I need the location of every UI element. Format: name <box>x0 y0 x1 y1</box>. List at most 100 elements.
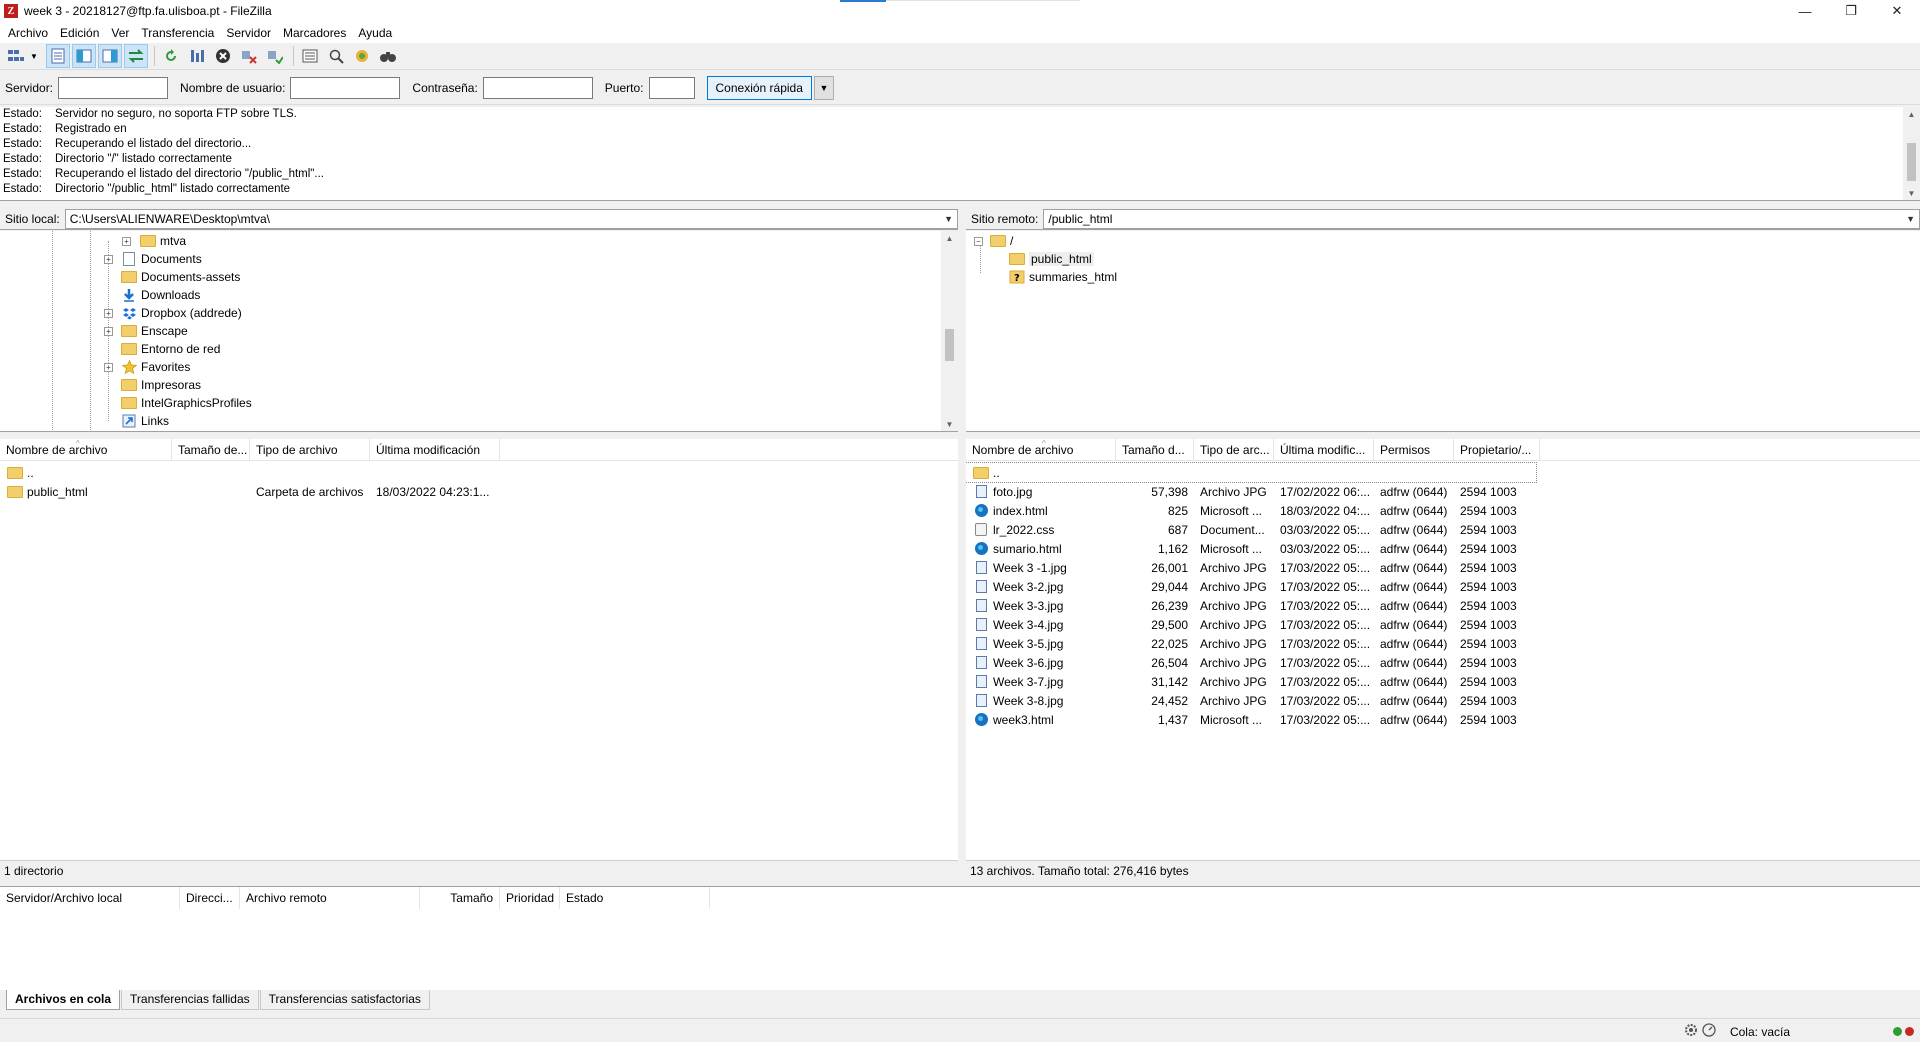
table-row[interactable]: Week 3-3.jpg 26,239 Archivo JPG 17/03/2022 … <box>966 596 1920 615</box>
tab-failed-transfers[interactable]: Transferencias fallidas <box>121 990 259 1010</box>
tab-successful-transfers[interactable]: Transferencias satisfactorias <box>259 990 430 1010</box>
table-row[interactable]: Week 3 -1.jpg 26,001 Archivo JPG 17/03/2022… <box>966 558 1920 577</box>
server-input[interactable] <box>58 76 169 99</box>
expand-icon[interactable]: + <box>104 363 113 372</box>
local-path-input[interactable]: C:\Users\ALIENWARE\Desktop\mtva\ ▼ <box>64 208 958 229</box>
tree-item-documents[interactable]: + Documents <box>0 250 940 268</box>
directory-filter-icon[interactable] <box>298 44 322 68</box>
column-header-direction[interactable]: Direcci... <box>180 887 240 909</box>
site-manager-dropdown-icon[interactable]: ▼ <box>30 52 40 61</box>
menu-transferencia[interactable]: Transferencia <box>135 26 220 40</box>
tree-item-links[interactable]: Links <box>0 412 940 430</box>
quickconnect-button[interactable]: Conexión rápida <box>706 75 812 100</box>
scrollbar-thumb[interactable] <box>1907 143 1916 181</box>
toggle-message-log-icon[interactable] <box>46 44 70 68</box>
tree-item-summaries-html[interactable]: ? summaries_html <box>966 268 1906 286</box>
tree-item-mtva[interactable]: + mtva <box>0 232 940 250</box>
column-header-modified[interactable]: Última modific... <box>1274 439 1374 461</box>
cancel-operation-icon[interactable] <box>211 44 235 68</box>
toggle-remote-tree-icon[interactable] <box>98 44 122 68</box>
scroll-down-icon[interactable]: ▼ <box>1903 186 1920 200</box>
binoculars-icon[interactable] <box>376 44 400 68</box>
menu-ayuda[interactable]: Ayuda <box>352 26 398 40</box>
scroll-up-icon[interactable]: ▲ <box>941 231 958 245</box>
speed-limit-icon[interactable] <box>1702 1023 1716 1040</box>
chevron-down-icon[interactable]: ▼ <box>1906 214 1915 224</box>
tree-item-entorno-de-red[interactable]: Entorno de red <box>0 340 940 358</box>
column-header-type[interactable]: Tipo de arc... <box>1194 439 1274 461</box>
transfer-queue[interactable]: Servidor/Archivo local Direcci... Archiv… <box>0 886 1920 990</box>
process-queue-icon[interactable] <box>185 44 209 68</box>
expand-icon[interactable]: + <box>104 327 113 336</box>
table-row[interactable]: .. <box>0 463 958 482</box>
minimize-button[interactable]: — <box>1782 0 1828 22</box>
table-row[interactable]: Week 3-5.jpg 22,025 Archivo JPG 17/03/2022 … <box>966 634 1920 653</box>
menu-ver[interactable]: Ver <box>105 26 135 40</box>
scrollbar-thumb[interactable] <box>945 329 954 361</box>
expand-icon[interactable]: + <box>122 237 131 246</box>
table-row[interactable]: week3.html 1,437 Microsoft ... 17/03/2022 0… <box>966 710 1920 729</box>
chevron-down-icon[interactable]: ▼ <box>944 214 953 224</box>
menu-servidor[interactable]: Servidor <box>220 26 277 40</box>
tree-item-documents-assets[interactable]: Documents-assets <box>0 268 940 286</box>
table-row[interactable]: .. <box>966 462 1537 483</box>
tree-item-impresoras[interactable]: Impresoras <box>0 376 940 394</box>
column-header-size[interactable]: Tamaño de... <box>172 439 250 461</box>
menu-archivo[interactable]: Archivo <box>2 26 54 40</box>
column-header-permissions[interactable]: Permisos <box>1374 439 1454 461</box>
gear-icon[interactable] <box>1684 1023 1698 1040</box>
message-log[interactable]: Estado: Servidor no seguro, no soporta FT… <box>0 107 1920 201</box>
username-input[interactable] <box>290 76 401 99</box>
scroll-down-icon[interactable]: ▼ <box>941 417 958 431</box>
table-row[interactable]: Week 3-6.jpg 26,504 Archivo JPG 17/03/2022 … <box>966 653 1920 672</box>
table-row[interactable]: public_html Carpeta de archivos 18/03/20… <box>0 482 958 501</box>
maximize-button[interactable]: ❐ <box>1828 0 1874 22</box>
scroll-up-icon[interactable]: ▲ <box>1903 107 1920 121</box>
password-input[interactable] <box>482 76 593 99</box>
tree-item-root[interactable]: − / <box>966 232 1906 250</box>
table-row[interactable]: Week 3-2.jpg 29,044 Archivo JPG 17/03/2022 … <box>966 577 1920 596</box>
tree-item-favorites[interactable]: + Favorites <box>0 358 940 376</box>
menu-marcadores[interactable]: Marcadores <box>277 26 352 40</box>
log-scrollbar[interactable]: ▲ ▼ <box>1903 107 1920 200</box>
table-row[interactable]: lr_2022.css 687 Document... 03/03/2022 05:.… <box>966 520 1920 539</box>
column-header-type[interactable]: Tipo de archivo <box>250 439 370 461</box>
column-header-modified[interactable]: Última modificación <box>370 439 500 461</box>
port-input[interactable] <box>648 76 695 99</box>
expand-icon[interactable]: + <box>104 255 113 264</box>
column-header-size[interactable]: Tamaño d... <box>1116 439 1194 461</box>
column-header-filename[interactable]: ^ Nombre de archivo <box>966 439 1116 461</box>
tree-item-intelgraphicsprofiles[interactable]: IntelGraphicsProfiles <box>0 394 940 412</box>
tree-item-dropbox[interactable]: + Dropbox (addrede) <box>0 304 940 322</box>
table-row[interactable]: Week 3-7.jpg 31,142 Archivo JPG 17/03/2022 … <box>966 672 1920 691</box>
toggle-transfer-queue-icon[interactable] <box>124 44 148 68</box>
local-file-list[interactable]: ^ Nombre de archivo Tamaño de... Tipo de … <box>0 439 958 860</box>
column-header-priority[interactable]: Prioridad <box>500 887 560 909</box>
local-directory-tree[interactable]: + mtva + Documents Documents-assets Down… <box>0 231 958 432</box>
collapse-icon[interactable]: − <box>974 237 983 246</box>
site-manager-icon[interactable] <box>4 44 28 68</box>
expand-icon[interactable]: + <box>104 309 113 318</box>
local-tree-scrollbar[interactable]: ▲ ▼ <box>941 231 958 431</box>
column-header-owner[interactable]: Propietario/... <box>1454 439 1540 461</box>
reconnect-icon[interactable] <box>263 44 287 68</box>
column-header-status[interactable]: Estado <box>560 887 710 909</box>
remote-path-input[interactable]: /public_html ▼ <box>1043 208 1920 229</box>
table-row[interactable]: index.html 825 Microsoft ... 18/03/2022 04:… <box>966 501 1920 520</box>
compare-directories-icon[interactable] <box>350 44 374 68</box>
quickconnect-history-dropdown-icon[interactable]: ▼ <box>813 75 834 100</box>
search-icon[interactable] <box>324 44 348 68</box>
column-header-remote-file[interactable]: Archivo remoto <box>240 887 420 909</box>
remote-directory-tree[interactable]: − / public_html ? summaries_html <box>966 231 1920 432</box>
remote-file-list[interactable]: ^ Nombre de archivo Tamaño d... Tipo de a… <box>966 439 1920 860</box>
table-row[interactable]: Week 3-8.jpg 24,452 Archivo JPG 17/03/2022 … <box>966 691 1920 710</box>
column-header-local-file[interactable]: Servidor/Archivo local <box>0 887 180 909</box>
tab-queued-files[interactable]: Archivos en cola <box>6 990 121 1010</box>
menu-edicion[interactable]: Edición <box>54 26 105 40</box>
table-row[interactable]: sumario.html 1,162 Microsoft ... 03/03/2022… <box>966 539 1920 558</box>
refresh-icon[interactable] <box>159 44 183 68</box>
toggle-local-tree-icon[interactable] <box>72 44 96 68</box>
table-row[interactable]: foto.jpg 57,398 Archivo JPG 17/02/2022 06:.… <box>966 482 1920 501</box>
tree-item-public-html[interactable]: public_html <box>966 250 1906 268</box>
table-row[interactable]: Week 3-4.jpg 29,500 Archivo JPG 17/03/2022 … <box>966 615 1920 634</box>
